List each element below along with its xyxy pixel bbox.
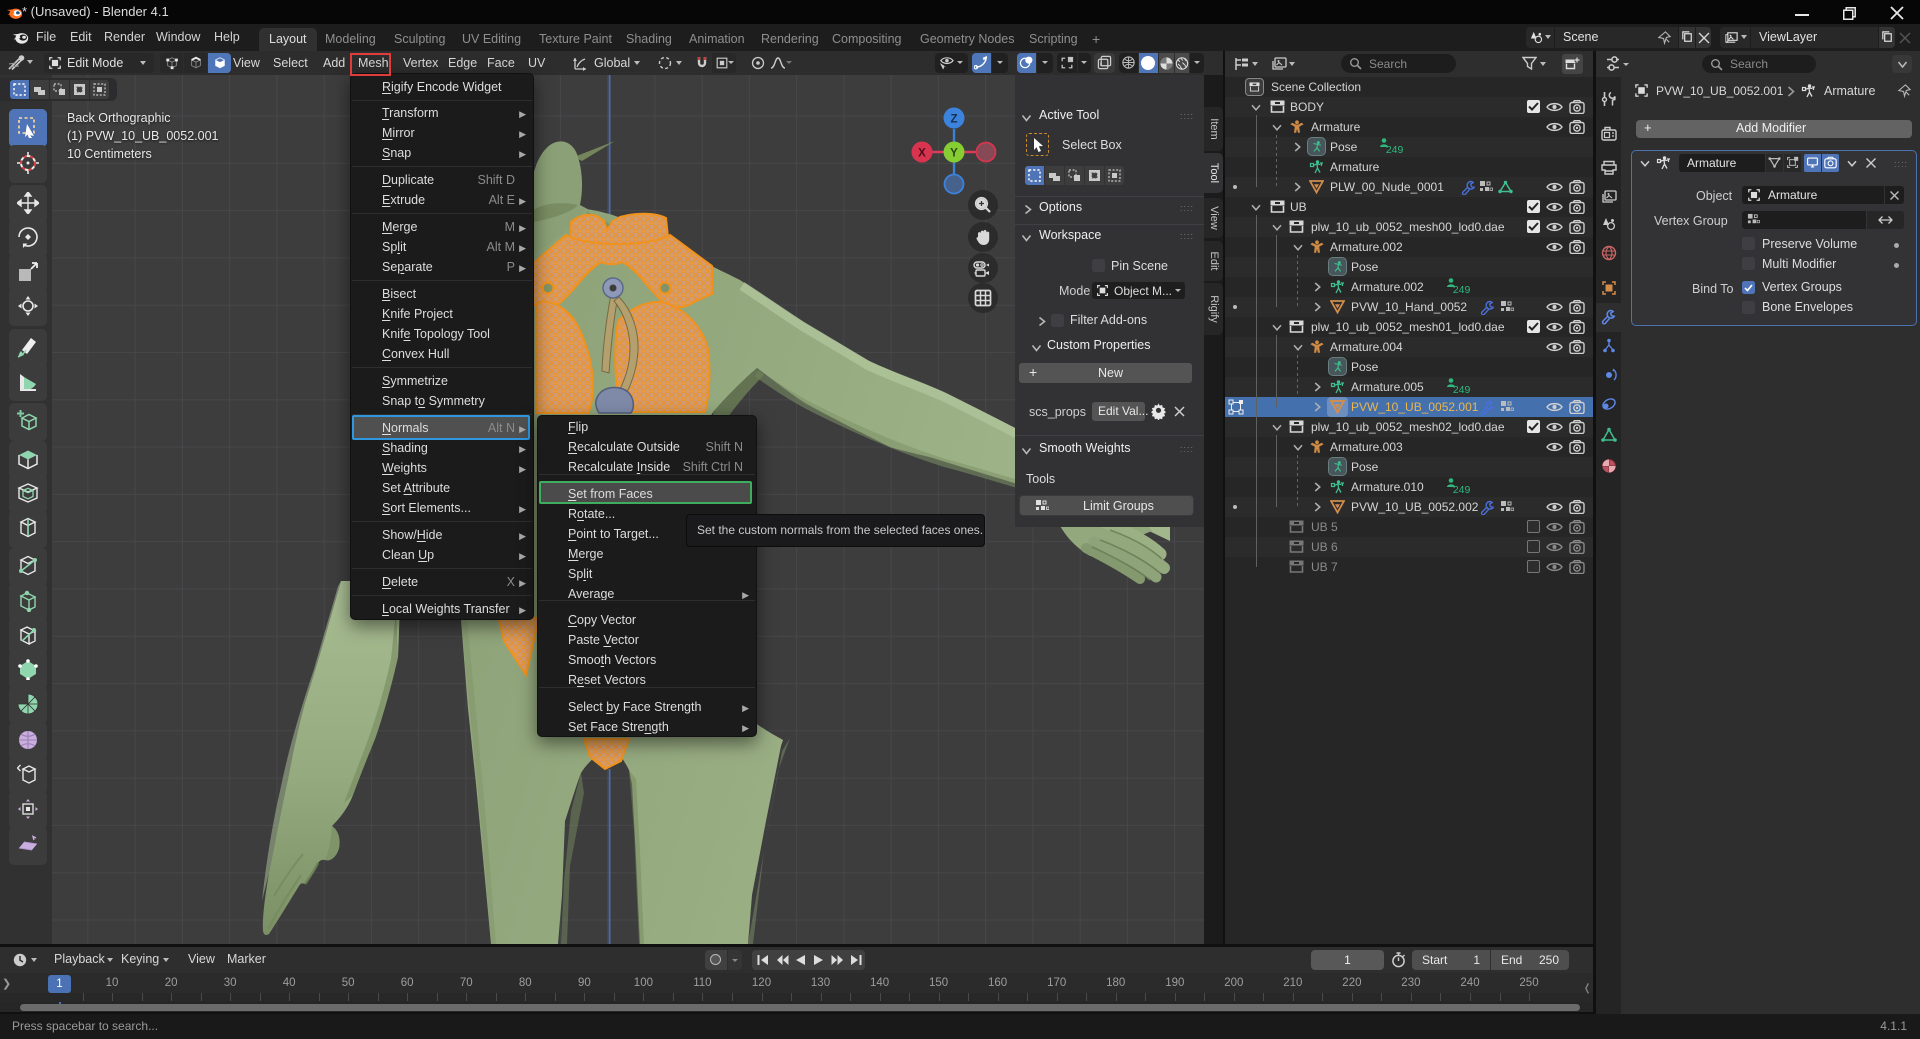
svg-text:X: X — [918, 148, 926, 160]
svg-text:Z: Z — [950, 114, 957, 126]
svg-text:Y: Y — [950, 148, 958, 160]
